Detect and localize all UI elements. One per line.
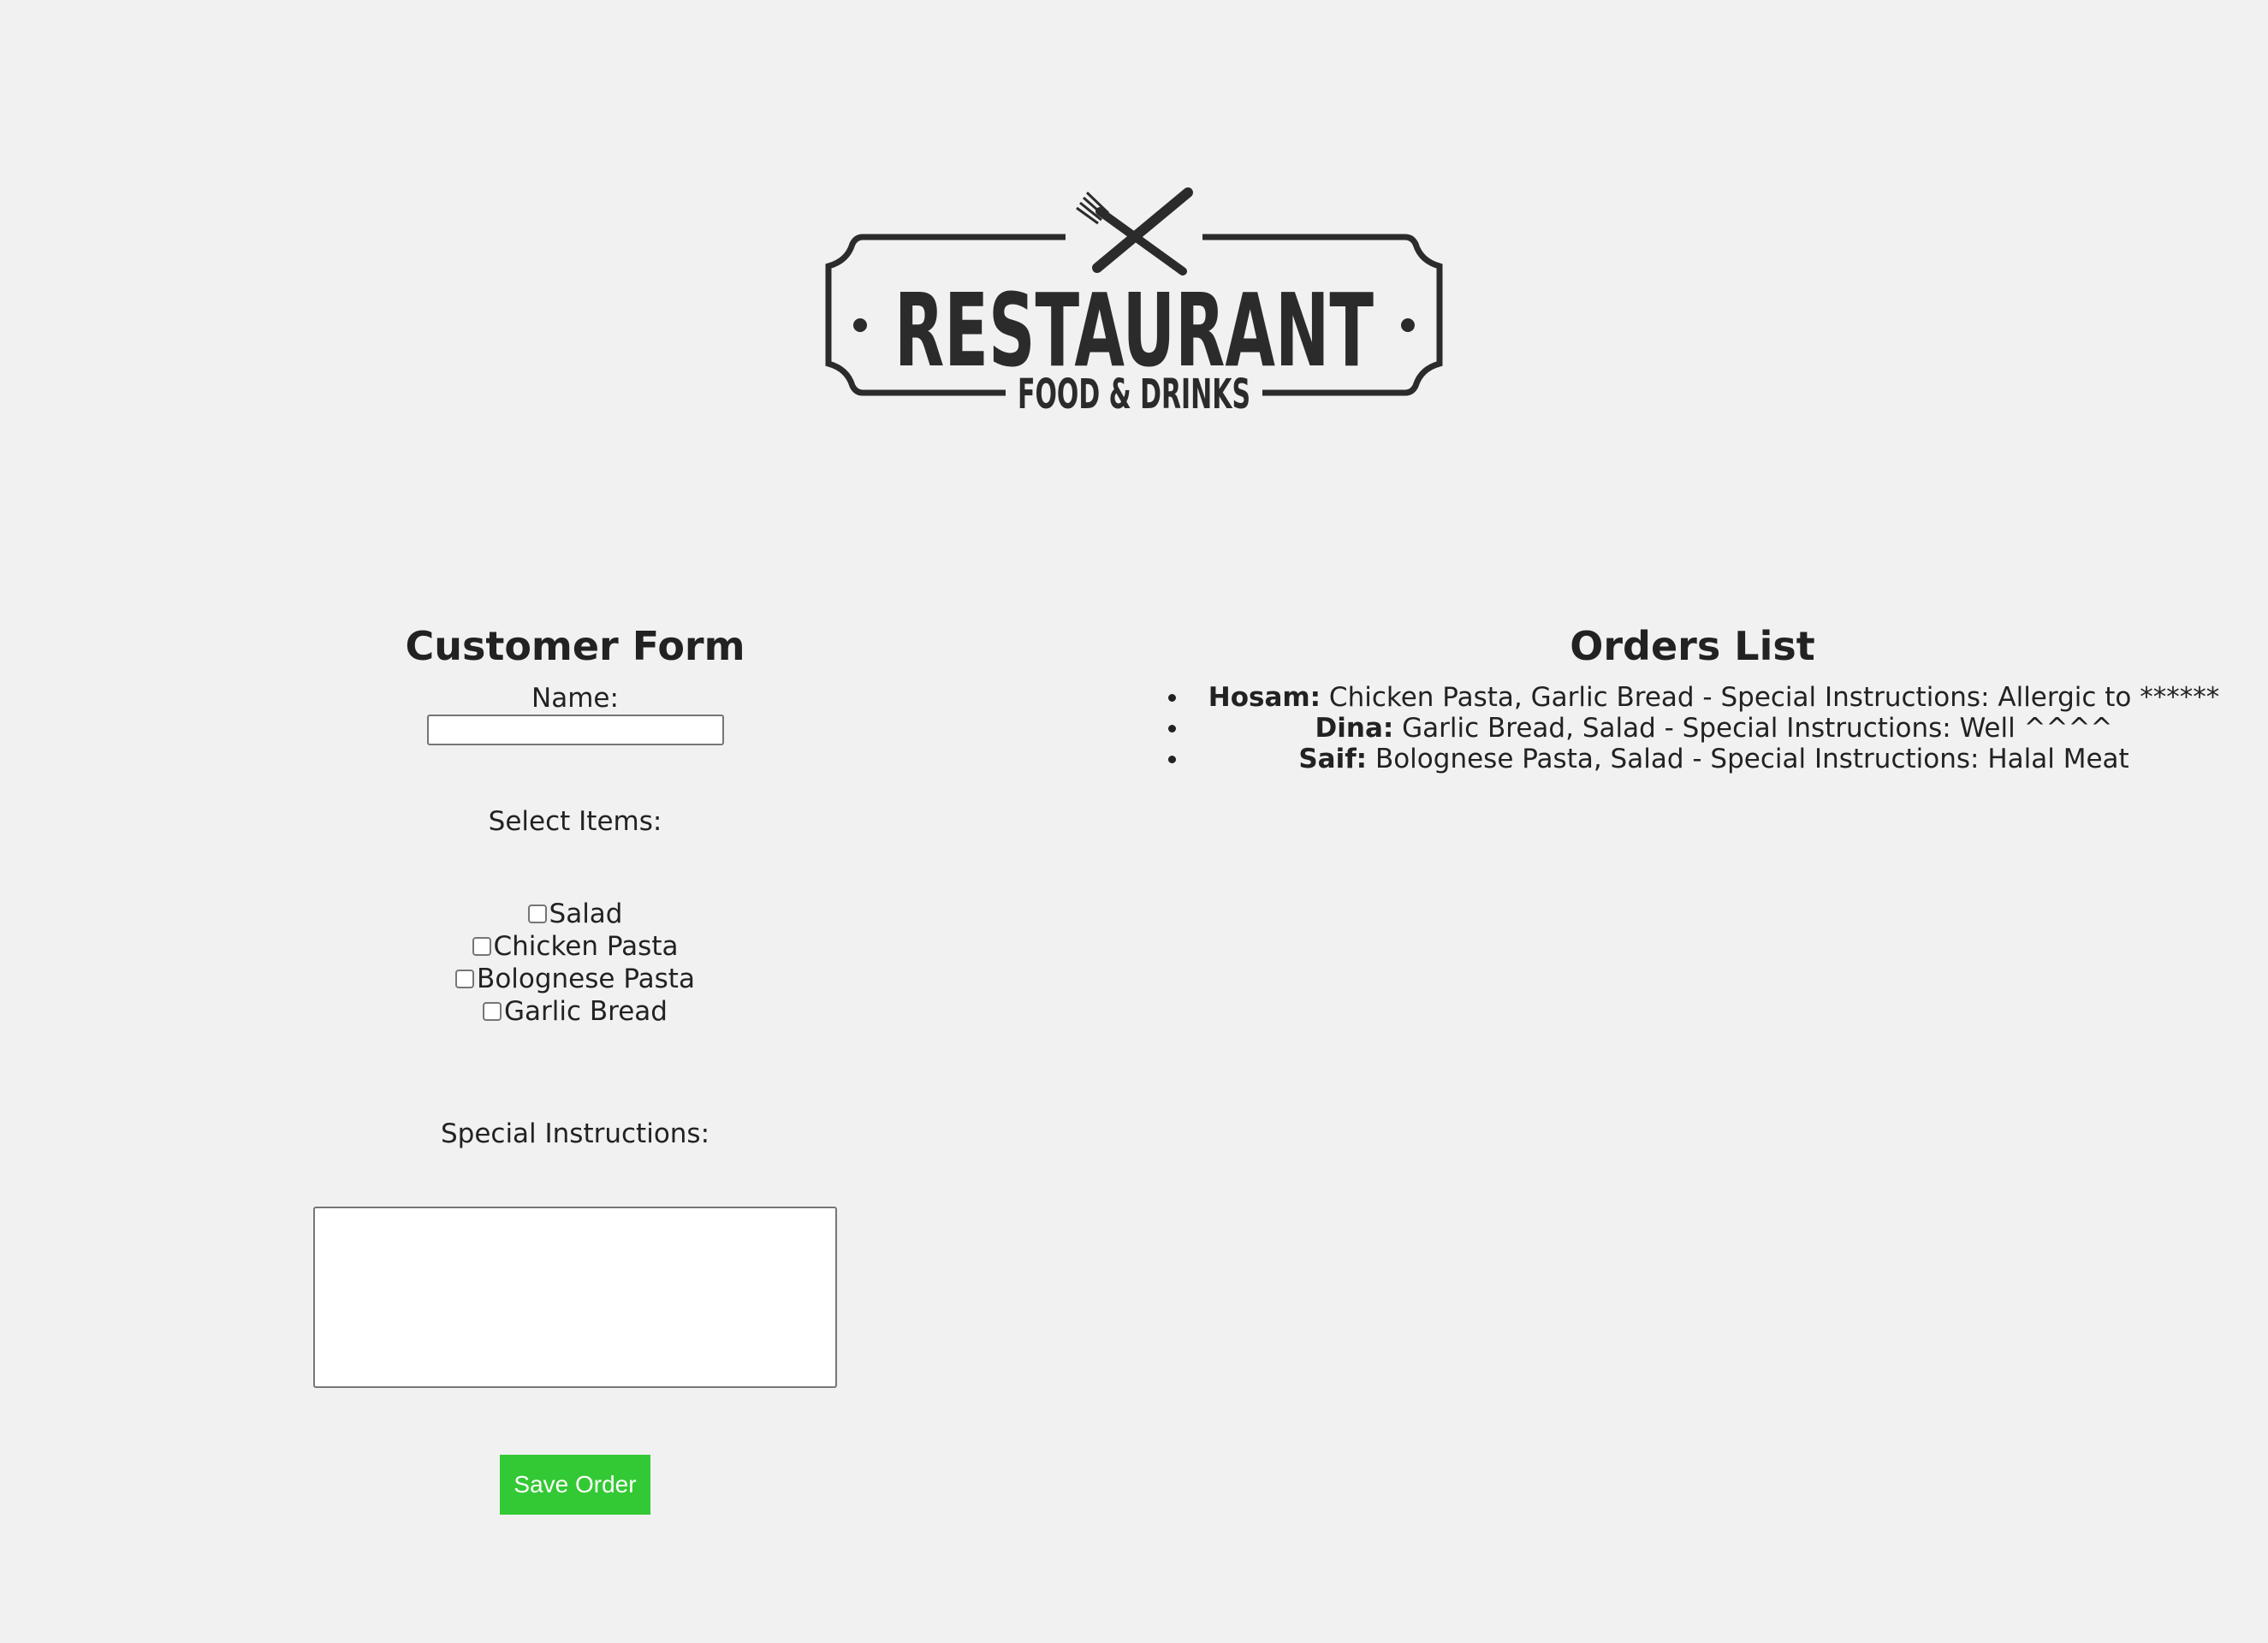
customer-form: Customer Form Name: Select Items: Salad … bbox=[233, 612, 917, 1515]
order-item: Hosam: Chicken Pasta, Garlic Bread - Spe… bbox=[1190, 682, 2238, 713]
order-item: Saif: Bolognese Pasta, Salad - Special I… bbox=[1190, 744, 2238, 774]
order-customer-name: Hosam: bbox=[1208, 682, 1321, 713]
page: RESTAURANT FOOD & DRINKS Customer Form N… bbox=[0, 0, 2268, 1643]
bolognese-pasta-checkbox[interactable] bbox=[455, 970, 475, 988]
logo-dot-left bbox=[853, 318, 867, 332]
orders-title: Orders List bbox=[1570, 623, 1815, 669]
special-instructions-textarea[interactable] bbox=[313, 1207, 837, 1388]
order-details: Chicken Pasta, Garlic Bread - Special In… bbox=[1328, 682, 2220, 713]
item-bolognese-pasta[interactable]: Bolognese Pasta bbox=[233, 963, 917, 995]
name-label: Name: bbox=[531, 683, 619, 714]
special-instructions-label: Special Instructions: bbox=[440, 1118, 710, 1149]
item-label: Garlic Bread bbox=[504, 996, 668, 1027]
order-item: Dina: Garlic Bread, Salad - Special Inst… bbox=[1190, 713, 2238, 744]
item-salad[interactable]: Salad bbox=[233, 898, 917, 930]
logo-graphic: RESTAURANT FOOD & DRINKS bbox=[825, 187, 1443, 418]
chicken-pasta-checkbox[interactable] bbox=[472, 937, 491, 956]
restaurant-logo: RESTAURANT FOOD & DRINKS bbox=[822, 184, 1446, 441]
garlic-bread-checkbox[interactable] bbox=[483, 1002, 502, 1021]
order-details: Garlic Bread, Salad - Special Instructio… bbox=[1402, 713, 2113, 744]
fork-knife-icon bbox=[1076, 187, 1193, 276]
orders-section: Orders List Hosam: Chicken Pasta, Garlic… bbox=[1147, 612, 2238, 774]
order-customer-name: Saif: bbox=[1298, 744, 1368, 774]
orders-list: Hosam: Chicken Pasta, Garlic Bread - Spe… bbox=[1147, 682, 2238, 774]
item-garlic-bread[interactable]: Garlic Bread bbox=[233, 995, 917, 1028]
order-details: Bolognese Pasta, Salad - Special Instruc… bbox=[1374, 744, 2129, 774]
save-order-button[interactable]: Save Order bbox=[500, 1455, 650, 1515]
logo-dot-right bbox=[1401, 318, 1415, 332]
select-items-label: Select Items: bbox=[488, 806, 662, 837]
item-label: Bolognese Pasta bbox=[477, 964, 695, 994]
item-label: Chicken Pasta bbox=[493, 931, 679, 962]
items-checkbox-group: Salad Chicken Pasta Bolognese Pasta Garl… bbox=[233, 898, 917, 1028]
salad-checkbox[interactable] bbox=[527, 905, 547, 923]
order-customer-name: Dina: bbox=[1315, 713, 1394, 744]
form-title: Customer Form bbox=[405, 623, 745, 669]
logo-subtitle: FOOD & DRINKS bbox=[1018, 371, 1250, 418]
name-input[interactable] bbox=[426, 715, 724, 745]
item-label: Salad bbox=[549, 899, 623, 929]
item-chicken-pasta[interactable]: Chicken Pasta bbox=[233, 930, 917, 963]
